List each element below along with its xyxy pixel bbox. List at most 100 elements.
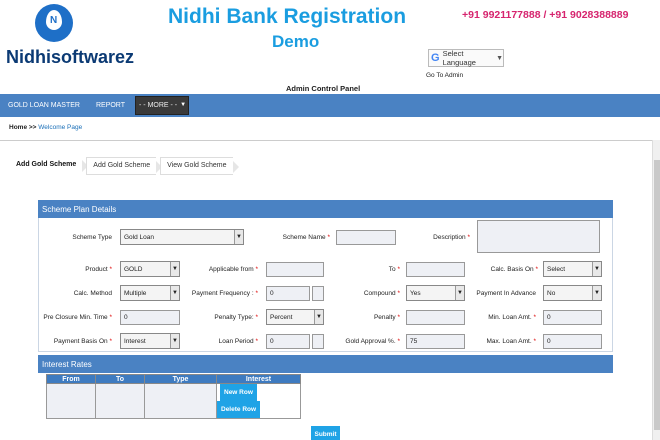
- compound-value: Yes: [410, 289, 421, 297]
- required-mark: *: [109, 314, 112, 321]
- chevron-down-icon: ▼: [592, 262, 601, 276]
- penalty-label: Penalty *: [360, 314, 400, 321]
- page-header: N Nidhisoftwarez Nidhi Bank Registration…: [0, 0, 660, 93]
- chevron-down-icon: ▼: [455, 286, 464, 300]
- description-textarea[interactable]: [477, 220, 600, 253]
- tab-add-gold-scheme[interactable]: Add Gold Scheme: [86, 157, 162, 175]
- max-loan-amt-input[interactable]: 0: [543, 334, 602, 349]
- required-mark: *: [397, 338, 400, 345]
- payment-basis-on-label: Payment Basis On *: [40, 338, 112, 345]
- column-header-from: From: [46, 374, 96, 384]
- scheme-type-label: Scheme Type: [72, 234, 112, 241]
- calc-basis-on-select[interactable]: Select ▼: [543, 261, 602, 277]
- chevron-down-icon: ▼: [314, 310, 323, 324]
- penalty-input[interactable]: [406, 310, 465, 325]
- scrollbar-thumb[interactable]: [654, 160, 660, 430]
- calc-method-select[interactable]: Multiple ▼: [120, 285, 180, 301]
- pre-closure-label: Pre Closure Min. Time *: [40, 314, 112, 321]
- logo-letter: N: [50, 15, 58, 26]
- compound-text: Compound: [363, 290, 396, 297]
- required-mark: *: [397, 266, 400, 273]
- google-icon: G: [431, 52, 440, 64]
- nav-more-select[interactable]: - - MORE - - ▼: [135, 96, 190, 115]
- go-to-admin-link[interactable]: Go To Admin: [426, 72, 463, 79]
- payment-frequency-unit[interactable]: [312, 286, 324, 301]
- calc-method-value: Multiple: [124, 289, 147, 297]
- required-mark: *: [255, 266, 258, 273]
- required-mark: *: [109, 338, 112, 345]
- pre-closure-text: Pre Closure Min. Time: [43, 314, 108, 321]
- pre-closure-input[interactable]: 0: [120, 310, 180, 325]
- interest-rates-table: From To Type Interest New Row Delete Row: [46, 374, 301, 419]
- column-header-type: Type: [144, 374, 217, 384]
- product-text: Product: [85, 266, 108, 273]
- breadcrumb: Home >> Welcome Page: [9, 124, 82, 131]
- min-loan-amt-input[interactable]: 0: [543, 310, 602, 325]
- vertical-scrollbar[interactable]: [652, 140, 660, 440]
- min-loan-amt-label: Min. Loan Amt. *: [480, 314, 536, 321]
- payment-in-advance-select[interactable]: No ▼: [543, 285, 602, 301]
- from-cell[interactable]: [46, 383, 96, 419]
- penalty-text: Penalty: [373, 314, 396, 321]
- main-navbar: GOLD LOAN MASTER REPORT - - MORE - - ▼: [0, 94, 660, 117]
- calc-method-label: Calc. Method: [73, 290, 112, 297]
- required-mark: *: [397, 290, 400, 297]
- language-selector[interactable]: G Select Language ▼: [428, 49, 504, 67]
- calc-basis-on-text: Calc. Basis On: [490, 266, 534, 273]
- payment-in-advance-label: Payment In Advance: [476, 290, 536, 297]
- applicable-from-input[interactable]: [266, 262, 324, 277]
- breadcrumb-home[interactable]: Home >>: [9, 124, 36, 131]
- payment-frequency-label: Payment Frequency : *: [190, 290, 258, 297]
- required-mark: *: [533, 338, 536, 345]
- language-selector-label: Select Language: [442, 49, 476, 67]
- required-mark: *: [467, 234, 470, 241]
- contact-phones: +91 9921177888 / +91 9028388889: [462, 9, 629, 21]
- scheme-name-label: Scheme Name *: [270, 234, 330, 241]
- applicable-from-label: Applicable from *: [196, 266, 258, 273]
- required-mark: *: [397, 314, 400, 321]
- min-loan-amt-text: Min. Loan Amt.: [488, 314, 532, 321]
- scheme-name-text: Scheme Name: [282, 234, 326, 241]
- penalty-type-label: Penalty Type: *: [196, 314, 258, 321]
- payment-basis-on-text: Payment Basis On: [53, 338, 108, 345]
- type-cell[interactable]: [144, 383, 217, 419]
- max-loan-amt-label: Max. Loan Amt. *: [480, 338, 536, 345]
- interest-cell: New Row Delete Row: [216, 383, 301, 419]
- chevron-down-icon: ▼: [170, 262, 179, 276]
- scheme-name-input[interactable]: [336, 230, 396, 245]
- tab-view-gold-scheme[interactable]: View Gold Scheme: [160, 157, 239, 175]
- breadcrumb-current[interactable]: Welcome Page: [38, 124, 82, 131]
- penalty-type-select[interactable]: Percent ▼: [266, 309, 324, 325]
- delete-row-button[interactable]: Delete Row: [217, 401, 261, 418]
- to-label: To *: [370, 266, 400, 273]
- payment-basis-on-select[interactable]: Interest ▼: [120, 333, 180, 349]
- loan-period-unit[interactable]: [312, 334, 324, 349]
- tab-add-gold-scheme-title[interactable]: Add Gold Scheme: [10, 157, 89, 175]
- to-cell[interactable]: [95, 383, 145, 419]
- gold-approval-input[interactable]: 75: [406, 334, 465, 349]
- nav-gold-loan-master[interactable]: GOLD LOAN MASTER: [0, 94, 88, 117]
- to-date-input[interactable]: [406, 262, 465, 277]
- submit-button[interactable]: Submit: [311, 426, 340, 440]
- applicable-from-text: Applicable from: [208, 266, 254, 273]
- compound-label: Compound *: [350, 290, 400, 297]
- new-row-button[interactable]: New Row: [220, 384, 257, 401]
- nav-report[interactable]: REPORT: [88, 94, 133, 117]
- description-label: Description *: [418, 234, 470, 241]
- chevron-down-icon: ▼: [592, 286, 601, 300]
- gold-approval-label: Gold Approval %. *: [336, 338, 400, 345]
- description-text: Description: [433, 234, 466, 241]
- chevron-down-icon: ▼: [170, 286, 179, 300]
- required-mark: *: [255, 338, 258, 345]
- payment-basis-on-value: Interest: [124, 337, 146, 345]
- product-select[interactable]: GOLD ▼: [120, 261, 180, 277]
- chevron-down-icon: ▼: [180, 102, 187, 108]
- product-label: Product *: [60, 266, 112, 273]
- scheme-type-select[interactable]: Gold Loan ▼: [120, 229, 244, 245]
- loan-period-input[interactable]: 0: [266, 334, 310, 349]
- payment-frequency-input[interactable]: 0: [266, 286, 310, 301]
- table-row: New Row Delete Row: [46, 383, 301, 419]
- compound-select[interactable]: Yes ▼: [406, 285, 465, 301]
- calc-basis-on-value: Select: [547, 265, 566, 273]
- column-header-interest: Interest: [216, 374, 301, 384]
